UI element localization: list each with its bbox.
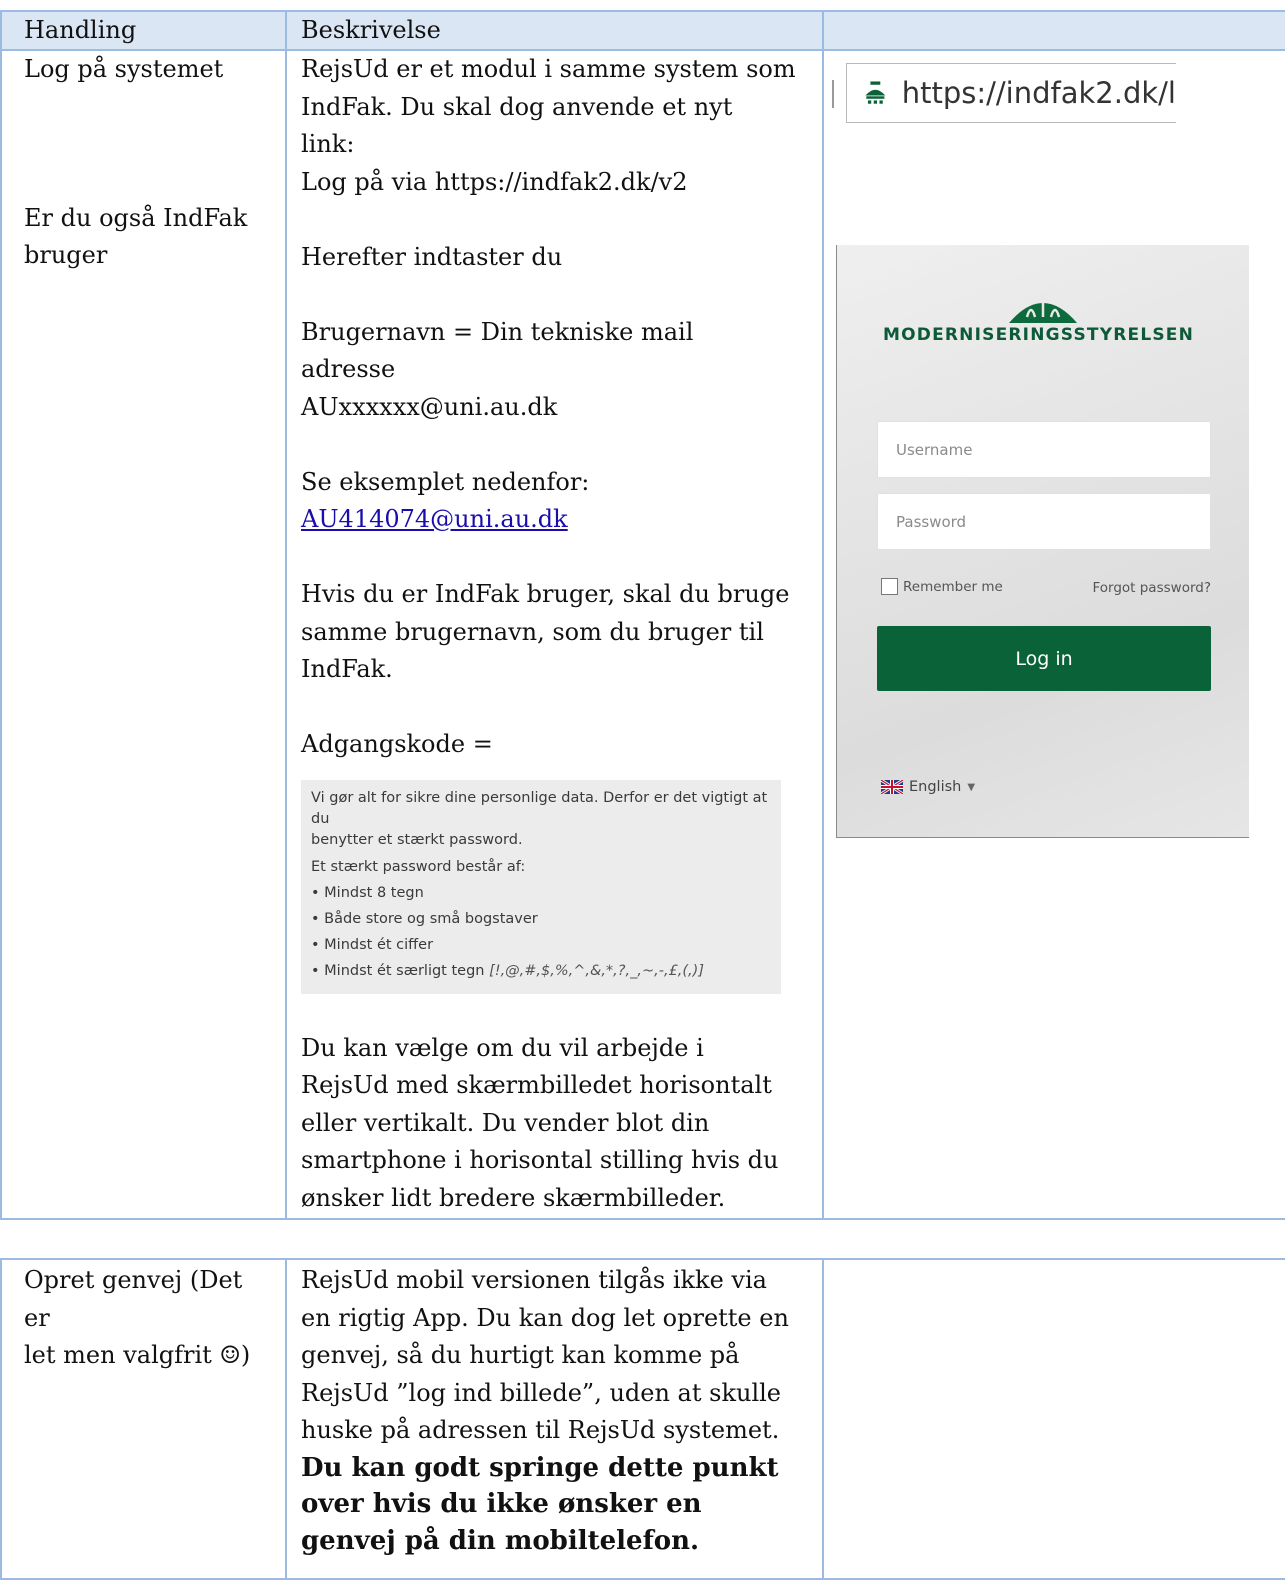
pw-rules-list: • Mindst 8 tegn • Både store og små bogs…: [311, 880, 771, 984]
remember-checkbox[interactable]: [881, 578, 898, 595]
url-bar-divider: [832, 80, 834, 108]
password-input[interactable]: Password: [877, 493, 1211, 550]
desc-line: Herefter indtaster du: [301, 242, 563, 271]
instruction-table-shortcut: Opret genvej (Det er let men valgfrit ☺)…: [0, 1258, 1285, 1580]
uk-flag-icon: [881, 780, 903, 794]
cell-handling-login: Log på systemet Er du også IndFak bruger: [0, 49, 287, 1220]
desc-line: samme brugernavn, som du bruger til: [301, 617, 764, 646]
desc-line: IndFak.: [301, 655, 393, 683]
forgot-password-link[interactable]: Forgot password?: [1092, 580, 1211, 596]
pw-intro: Vi gør alt for sikre dine personlige dat…: [311, 789, 768, 827]
desc-line: en rigtig App. Du kan dog let oprette en: [301, 1303, 789, 1332]
remember-label: Remember me: [903, 578, 1003, 595]
desc-line: Brugernavn = Din tekniske mail: [301, 317, 694, 346]
pw-intro: benytter et stærkt password.: [311, 831, 523, 848]
cell-handling-shortcut: Opret genvej (Det er let men valgfrit ☺): [0, 1258, 287, 1580]
language-label: English: [909, 779, 962, 795]
login-button[interactable]: Log in: [877, 626, 1211, 691]
pw-special-chars: [!,@,#,$,%,^,&,*,?,_,~,-,£,(,)]: [489, 962, 704, 979]
handling-line: Opret genvej (Det er: [24, 1266, 243, 1332]
desc-line: huske på adressen til RejsUd systemet.: [301, 1416, 780, 1444]
language-selector[interactable]: English ▼: [881, 779, 975, 795]
header-image: [822, 10, 1285, 51]
desc-line: ønsker lidt bredere skærmbilleder.: [301, 1183, 726, 1212]
handling-line: bruger: [24, 241, 108, 269]
brand-name: MODERNISERINGSSTYRELSEN: [883, 325, 1195, 345]
table-row-shortcut: Opret genvej (Det er let men valgfrit ☺)…: [0, 1258, 1285, 1580]
site-crown-icon: [865, 81, 886, 104]
desc-line: link:: [301, 130, 355, 158]
username-input[interactable]: Username: [877, 421, 1211, 478]
pw-rule: • Både store og små bogstaver: [311, 910, 538, 927]
browser-url-bar[interactable]: https://indfak2.dk/l: [846, 63, 1176, 123]
handling-line: Er du også IndFak: [24, 203, 248, 232]
crown-logo-icon: [1009, 293, 1077, 323]
chevron-down-icon: ▼: [967, 781, 976, 793]
desc-line: RejsUd mobil versionen tilgås ikke via: [301, 1266, 767, 1294]
desc-line: Du kan vælge om du vil arbejde i: [301, 1033, 704, 1062]
desc-line: AUxxxxxx@uni.au.dk: [301, 392, 558, 421]
desc-line: RejsUd er et modul i samme system som: [301, 55, 796, 83]
desc-line: IndFak. Du skal dog anvende et nyt: [301, 92, 733, 121]
cell-beskrivelse-shortcut: RejsUd mobil versionen tilgås ikke via e…: [285, 1258, 824, 1580]
password-requirements-box: Vi gør alt for sikre dine personlige dat…: [301, 779, 781, 994]
login-screenshot: MODERNISERINGSSTYRELSEN Username Passwor…: [836, 245, 1249, 838]
desc-line: genvej, så du hurtigt kan komme på: [301, 1341, 740, 1369]
pw-rule: • Mindst 8 tegn: [311, 884, 424, 901]
desc-line: RejsUd med skærmbilledet horisontalt: [301, 1071, 772, 1099]
desc-line: Adgangskode =: [301, 730, 493, 758]
pw-rule-special: • Mindst ét særligt tegn [!,@,#,$,%,^,&,…: [311, 962, 704, 979]
desc-bold-line: Du kan godt springe dette punkt: [301, 1452, 779, 1483]
desc-line: Hvis du er IndFak bruger, skal du bruge: [301, 580, 790, 608]
desc-line: Se eksemplet nedenfor:: [301, 467, 590, 496]
header-handling: Handling: [0, 10, 287, 51]
cell-empty: [822, 1258, 1285, 1580]
desc-line: Log på via https://indfak2.dk/v2: [301, 167, 688, 196]
remember-me[interactable]: Remember me: [881, 578, 1003, 595]
desc-bold-line: over hvis du ikke ønsker en: [301, 1489, 702, 1519]
handling-line: Log på systemet: [24, 55, 224, 83]
handling-line: let men valgfrit ☺): [24, 1341, 251, 1369]
header-beskrivelse: Beskrivelse: [285, 10, 824, 51]
desc-line: eller vertikalt. Du vender blot din: [301, 1108, 710, 1137]
desc-line: adresse: [301, 355, 396, 383]
example-email-link[interactable]: AU414074@uni.au.dk: [301, 505, 568, 533]
desc-line: RejsUd ”log ind billede”, uden at skulle: [301, 1378, 782, 1407]
url-text: https://indfak2.dk/l: [901, 76, 1176, 110]
table-header-row: Handling Beskrivelse: [0, 10, 1285, 51]
desc-bold-line: genvej på din mobiltelefon.: [301, 1525, 700, 1556]
cell-beskrivelse-login: RejsUd er et modul i samme system som In…: [285, 49, 824, 1220]
pw-intro: Et stærkt password består af:: [311, 858, 526, 875]
pw-rule: • Mindst ét ciffer: [311, 936, 434, 953]
desc-line: smartphone i horisontal stilling hvis du: [301, 1146, 779, 1174]
